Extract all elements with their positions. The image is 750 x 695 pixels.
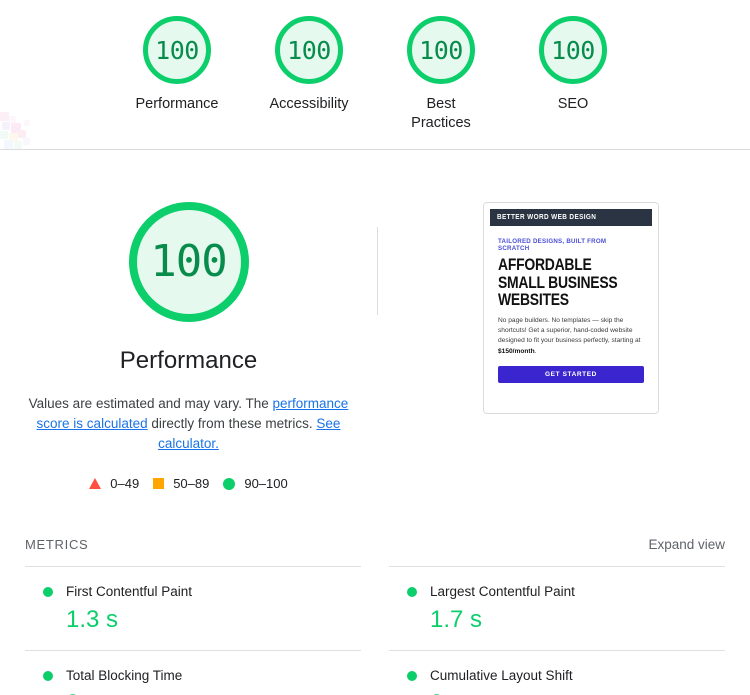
metric-label: Largest Contentful Paint [430, 584, 575, 599]
gauge-value: 100 [287, 35, 331, 65]
thumbnail-eyebrow: TAILORED DESIGNS, BUILT FROM SCRATCH [498, 238, 607, 252]
thumbnail-price: $150/month [498, 347, 535, 355]
gauge-value: 100 [150, 236, 227, 287]
gauge-value: 100 [419, 35, 463, 65]
legend-range-pass: 90–100 [244, 476, 288, 491]
thumbnail-cta-button: GET STARTED [498, 366, 644, 384]
metric-header: First Contentful Paint [25, 584, 361, 599]
metric-first-contentful-paint[interactable]: First Contentful Paint 1.3 s [25, 566, 361, 650]
legend-item-pass: 90–100 [223, 476, 288, 491]
summary-score-performance[interactable]: 100 Performance [135, 16, 220, 114]
thumbnail-site-header: BETTER WORD WEB DESIGN [490, 209, 652, 226]
summary-label-performance: Performance [135, 96, 219, 112]
category-description: Values are estimated and may vary. The p… [24, 394, 354, 454]
circle-pass-icon [407, 586, 417, 597]
thumbnail-paragraph: No page builders. No templates — skip th… [498, 316, 648, 358]
metric-label: Total Blocking Time [66, 668, 183, 683]
gauge-value: 100 [155, 35, 199, 65]
metric-header: Largest Contentful Paint [389, 584, 725, 599]
thumbnail-paragraph-lead: No page builders. No templates — skip th… [498, 316, 641, 345]
metric-header: Cumulative Layout Shift [389, 668, 725, 683]
metrics-heading: METRICS [25, 537, 89, 552]
gauge-accessibility: 100 [275, 16, 343, 84]
thumbnail-headline: AFFORDABLE SMALL BUSINESS WEBSITES [498, 255, 618, 309]
summary-score-best-practices[interactable]: 100 Best Practices [399, 16, 484, 133]
circle-pass-icon [223, 477, 236, 490]
metric-cumulative-layout-shift[interactable]: Cumulative Layout Shift 0 [389, 650, 725, 695]
square-average-icon [153, 478, 165, 489]
circle-pass-icon [43, 670, 53, 681]
expand-view-toggle[interactable]: Expand view [648, 537, 725, 552]
gauge-seo: 100 [539, 16, 607, 84]
legend-range-average: 50–89 [173, 476, 210, 491]
gauge-performance: 100 [143, 16, 211, 84]
legend-item-average: 50–89 [153, 476, 209, 491]
metric-largest-contentful-paint[interactable]: Largest Contentful Paint 1.7 s [389, 566, 725, 650]
metric-value: 1.3 s [66, 606, 119, 633]
category-title: Performance [119, 347, 258, 374]
description-text-mid: directly from these metrics. [147, 416, 317, 431]
gauge-best-practices: 100 [407, 16, 475, 84]
score-legend: 0–49 50–89 90–100 [89, 476, 288, 491]
metric-header: Total Blocking Time [25, 668, 361, 683]
metric-value: 0 [389, 690, 725, 695]
metrics-grid: First Contentful Paint 1.3 s Largest Con… [25, 566, 725, 695]
gauge-performance-large: 100 [128, 202, 249, 322]
circle-pass-icon [407, 670, 417, 681]
performance-category-section: 100 Performance Values are estimated and… [0, 150, 750, 491]
thumbnail-paragraph-tail: . [534, 347, 537, 355]
summary-label-best-practices: Best Practices [411, 96, 471, 131]
final-screenshot-thumbnail[interactable]: BETTER WORD WEB DESIGN TAILORED DESIGNS,… [483, 202, 659, 414]
gauge-value: 100 [551, 35, 595, 65]
screenshot-panel: BETTER WORD WEB DESIGN TAILORED DESIGNS,… [378, 202, 750, 491]
summary-score-seo[interactable]: 100 SEO [531, 16, 616, 114]
metric-value: 0 ms [25, 690, 361, 695]
thumbnail-viewport: BETTER WORD WEB DESIGN TAILORED DESIGNS,… [490, 209, 652, 407]
metric-total-blocking-time[interactable]: Total Blocking Time 0 ms [25, 650, 361, 695]
description-text-lead: Values are estimated and may vary. The [28, 396, 273, 411]
legend-range-fail: 0–49 [110, 476, 140, 491]
metric-label: Cumulative Layout Shift [430, 668, 573, 683]
thumbnail-hero: TAILORED DESIGNS, BUILT FROM SCRATCH AFF… [490, 226, 652, 384]
triangle-fail-icon [89, 478, 102, 489]
summary-score-accessibility[interactable]: 100 Accessibility [267, 16, 352, 114]
score-summary-bar: 100 Performance 100 Accessibility 100 Be… [0, 0, 750, 150]
metric-label: First Contentful Paint [66, 584, 193, 599]
metrics-header: METRICS Expand view [25, 537, 725, 566]
circle-pass-icon [43, 586, 53, 597]
thumbnail-site-name: BETTER WORD WEB DESIGN [497, 214, 597, 221]
summary-label-accessibility: Accessibility [269, 96, 349, 112]
metric-value: 1.7 s [430, 606, 483, 633]
metrics-section: METRICS Expand view First Contentful Pai… [0, 537, 750, 695]
legend-item-fail: 0–49 [89, 476, 139, 491]
summary-label-seo: SEO [557, 96, 589, 112]
category-score-panel: 100 Performance Values are estimated and… [0, 202, 377, 491]
